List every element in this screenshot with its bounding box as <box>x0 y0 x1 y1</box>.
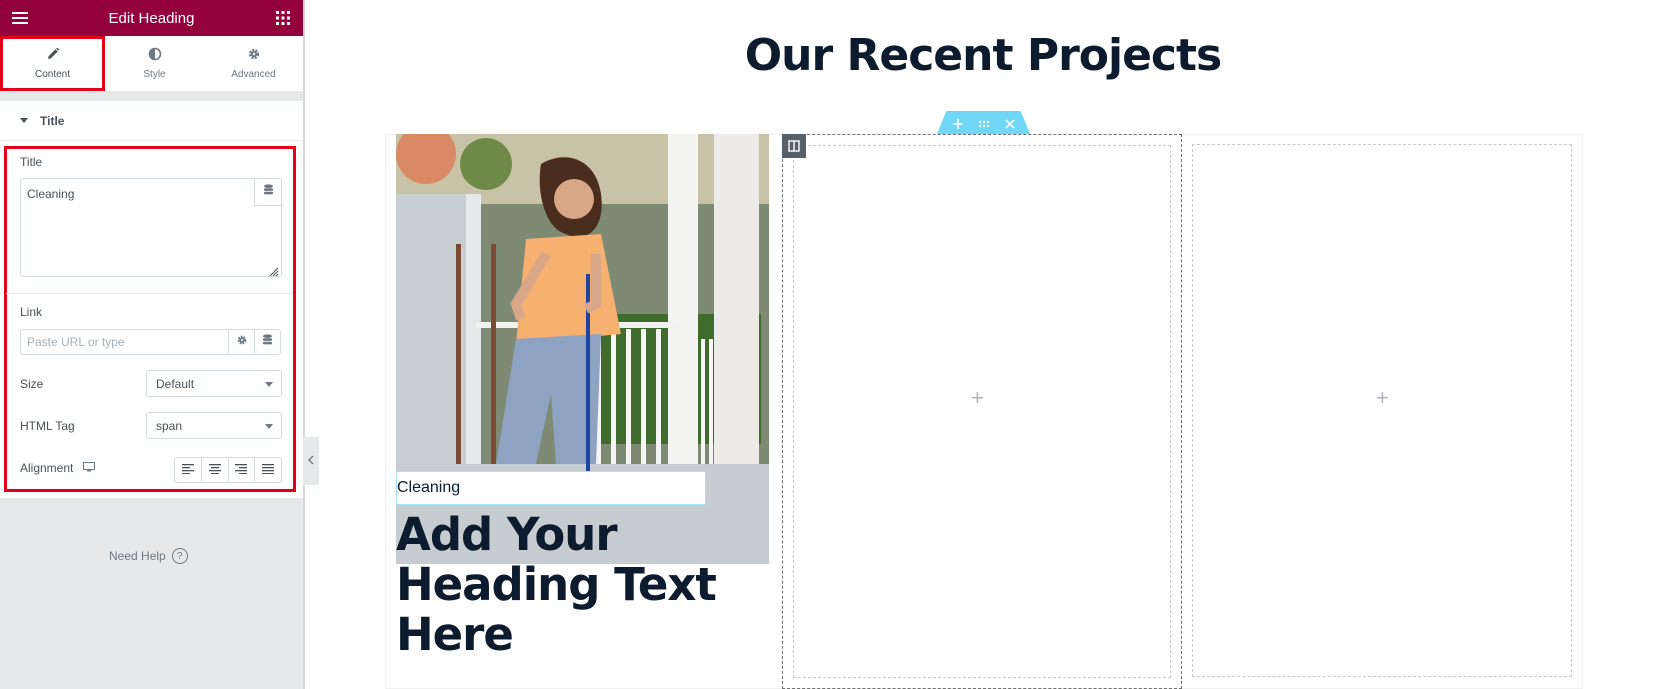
link-field-label: Link <box>20 305 43 319</box>
separator <box>6 293 293 294</box>
main-heading[interactable]: Add Your Heading Text Here <box>396 510 726 660</box>
align-justify-button[interactable] <box>255 458 281 482</box>
size-select-value: Default <box>156 376 195 391</box>
section-handle <box>937 111 1030 134</box>
drag-handle-icon[interactable] <box>978 117 990 129</box>
section-title-toggle[interactable]: Title <box>0 101 303 141</box>
close-icon[interactable] <box>1004 117 1016 129</box>
title-textarea[interactable]: Cleaning <box>20 178 282 277</box>
panel-divider <box>0 91 303 101</box>
align-left-button[interactable] <box>175 458 202 482</box>
panel-tabs: Content Style Advanced <box>0 36 303 91</box>
align-left-icon <box>181 461 194 479</box>
link-options-button[interactable] <box>228 329 255 355</box>
add-widget-icon[interactable]: + <box>971 385 984 411</box>
hamburger-menu-icon[interactable] <box>10 8 30 28</box>
link-dynamic-tags-button[interactable] <box>254 329 281 355</box>
align-center-button[interactable] <box>202 458 229 482</box>
question-mark-icon: ? <box>171 548 188 564</box>
collapse-panel-button[interactable] <box>303 437 319 485</box>
alignment-field-label: Alignment <box>20 461 96 475</box>
page-heading[interactable]: Our Recent Projects <box>305 30 1661 81</box>
html-tag-select-value: span <box>156 418 183 433</box>
tab-advanced-label: Advanced <box>231 69 276 80</box>
tab-content[interactable]: Content <box>0 36 105 91</box>
title-field-label: Title <box>20 155 43 169</box>
column-3[interactable]: + <box>1192 144 1572 677</box>
gear-icon <box>247 47 261 64</box>
align-right-icon <box>235 461 248 479</box>
database-icon <box>262 333 273 351</box>
size-select[interactable]: Default <box>146 370 282 397</box>
caption-heading[interactable]: Cleaning <box>396 471 706 505</box>
dynamic-tags-button[interactable] <box>254 179 281 206</box>
html-tag-select[interactable]: span <box>146 412 282 439</box>
pencil-icon <box>46 47 60 64</box>
tab-style[interactable]: Style <box>105 36 204 91</box>
add-icon[interactable] <box>952 117 964 129</box>
panel-title: Edit Heading <box>108 9 195 27</box>
panel-header: Edit Heading <box>0 0 303 36</box>
align-justify-icon <box>262 461 275 479</box>
panel-border <box>303 0 305 689</box>
alignment-label-text: Alignment <box>20 461 74 475</box>
need-help-link[interactable]: Need Help ? <box>109 548 188 564</box>
column-2[interactable]: + <box>782 134 1182 689</box>
resize-handle-icon[interactable] <box>269 264 279 277</box>
html-tag-field-label: HTML Tag <box>20 419 75 433</box>
tab-style-label: Style <box>143 69 166 80</box>
tab-advanced[interactable]: Advanced <box>204 36 303 91</box>
size-field-label: Size <box>20 377 44 391</box>
column-edit-icon[interactable] <box>782 134 806 158</box>
link-url-input[interactable] <box>20 329 229 355</box>
align-right-button[interactable] <box>229 458 256 482</box>
alignment-choices <box>174 457 282 483</box>
title-textarea-value: Cleaning <box>27 187 75 201</box>
half-circle-icon <box>148 47 162 64</box>
database-icon <box>263 183 274 201</box>
align-center-icon <box>208 461 221 479</box>
dropdown-arrow-icon <box>265 382 273 387</box>
tab-content-label: Content <box>34 69 71 80</box>
editor-panel: Edit Heading Content Style Advanced Titl… <box>0 0 303 689</box>
section-title-label: Title <box>40 113 65 128</box>
need-help-label: Need Help <box>109 549 166 563</box>
dropdown-arrow-icon <box>265 424 273 429</box>
desktop-icon[interactable] <box>83 461 96 475</box>
column-2-drop-area <box>793 145 1171 678</box>
add-widget-icon[interactable]: + <box>1376 385 1389 411</box>
chevron-left-icon <box>308 454 314 468</box>
widgets-grid-icon[interactable] <box>273 8 293 28</box>
caret-down-icon <box>20 118 28 123</box>
gear-icon <box>236 333 248 351</box>
